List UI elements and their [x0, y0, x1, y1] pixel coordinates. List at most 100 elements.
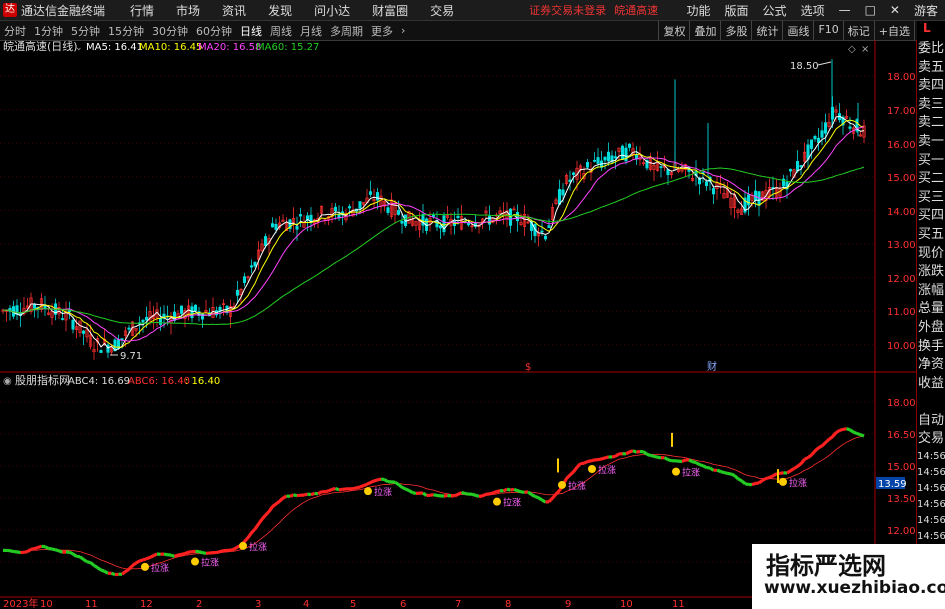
- guest-button[interactable]: 游客: [914, 2, 938, 19]
- menu-caifuquan[interactable]: 财富圈: [372, 2, 408, 19]
- btn-duogu[interactable]: 多股: [720, 21, 751, 40]
- trend-segment: [68, 550, 74, 556]
- side-item[interactable]: 收益: [917, 375, 945, 394]
- trend-segment: [142, 557, 148, 562]
- menu-jiaoyi[interactable]: 交易: [430, 2, 454, 19]
- trend-segment: [82, 558, 88, 564]
- dividend-marker[interactable]: $: [525, 362, 531, 373]
- side-item[interactable]: 卖五: [917, 59, 945, 78]
- period-fenshi[interactable]: 分时: [0, 23, 30, 39]
- trend-segment: [628, 449, 634, 454]
- side-item[interactable]: 总量: [917, 300, 945, 319]
- btn-huaxian[interactable]: 画线: [782, 21, 813, 40]
- side-item[interactable]: [917, 393, 945, 412]
- menu-wenxiaoda[interactable]: 问小达: [314, 2, 350, 19]
- side-item[interactable]: 14:56: [917, 497, 945, 513]
- side-item[interactable]: 卖二: [917, 114, 945, 133]
- side-item[interactable]: 14:56: [917, 513, 945, 529]
- trend-segment: [16, 550, 21, 555]
- period-30min[interactable]: 30分钟: [148, 23, 192, 39]
- finance-marker[interactable]: 财: [707, 360, 717, 373]
- menu-banmian[interactable]: 版面: [725, 2, 749, 19]
- btn-f10[interactable]: F10: [813, 21, 842, 40]
- btn-diejia[interactable]: 叠加: [689, 21, 720, 40]
- trend-segment: [246, 531, 253, 539]
- trend-segment: [799, 458, 806, 465]
- trend-segment: [727, 471, 732, 476]
- side-item[interactable]: 买四: [917, 207, 945, 226]
- period-5min[interactable]: 5分钟: [67, 23, 104, 39]
- side-item[interactable]: 卖一: [917, 133, 945, 152]
- x-tick: 10: [40, 599, 53, 609]
- trend-segment: [86, 560, 91, 565]
- side-item[interactable]: 买五: [917, 226, 945, 245]
- btn-zixuan[interactable]: +自选: [873, 21, 914, 40]
- side-item[interactable]: 买三: [917, 189, 945, 208]
- period-60min[interactable]: 60分钟: [192, 23, 236, 39]
- x-tick: 11: [672, 599, 685, 609]
- candle-body: [396, 210, 401, 215]
- period-15min[interactable]: 15分钟: [104, 23, 148, 39]
- close-icon[interactable]: ×: [861, 44, 869, 55]
- trend-segment: [100, 568, 106, 573]
- trend-segment: [202, 551, 207, 555]
- menu-zixun[interactable]: 资讯: [222, 2, 246, 19]
- menu-hangqing[interactable]: 行情: [130, 2, 154, 19]
- y-tick: 14.00: [887, 207, 916, 218]
- side-item[interactable]: 买一: [917, 152, 945, 171]
- maximize-button[interactable]: □: [865, 3, 876, 17]
- menu-xuanxiang[interactable]: 选项: [801, 2, 825, 19]
- candle-body: [127, 327, 131, 330]
- menu-faxian[interactable]: 发现: [268, 2, 292, 19]
- period-daily[interactable]: 日线: [236, 23, 266, 39]
- close-button[interactable]: ✕: [890, 3, 900, 17]
- trend-segment: [289, 493, 295, 498]
- diamond-icon[interactable]: ◇: [848, 44, 856, 55]
- period-more[interactable]: 更多: [367, 23, 397, 39]
- period-multi[interactable]: 多周期: [326, 23, 367, 39]
- side-item[interactable]: 交易: [917, 430, 945, 449]
- side-item[interactable]: 换手: [917, 338, 945, 357]
- abc6-label: ABC6: 16.40: [128, 376, 190, 387]
- side-item[interactable]: 净资: [917, 356, 945, 375]
- side-item[interactable]: 现价: [917, 245, 945, 264]
- kline-chart-area[interactable]: 拉涨拉涨拉涨拉涨拉涨拉涨拉涨 拉涨拉涨 皖通高速(日线) ⌄ MA5: 16.41…: [0, 40, 917, 609]
- chevron-right-icon[interactable]: ›: [397, 24, 409, 37]
- side-item[interactable]: 外盘: [917, 319, 945, 338]
- side-item[interactable]: 14:56: [917, 481, 945, 497]
- side-item[interactable]: 卖三: [917, 96, 945, 115]
- candle-body: [848, 126, 852, 129]
- x-tick: 8: [505, 599, 511, 609]
- period-weekly[interactable]: 周线: [266, 23, 296, 39]
- gear-icon[interactable]: ◉: [3, 376, 12, 387]
- menu-gongshi[interactable]: 公式: [763, 2, 787, 19]
- side-item[interactable]: 买二: [917, 170, 945, 189]
- trend-segment: [663, 456, 669, 462]
- signal-label: 拉涨: [151, 562, 169, 574]
- period-monthly[interactable]: 月线: [296, 23, 326, 39]
- trend-segment: [737, 477, 743, 483]
- candle-body: [141, 319, 145, 323]
- btn-fuquan[interactable]: 复权: [658, 21, 689, 40]
- high-price-label: 18.50: [790, 61, 819, 72]
- menu-gongneng[interactable]: 功能: [687, 2, 711, 19]
- side-item[interactable]: 涨跌: [917, 263, 945, 282]
- side-item[interactable]: 自动: [917, 412, 945, 431]
- side-item[interactable]: 涨幅: [917, 282, 945, 301]
- login-notice[interactable]: 证券交易未登录: [529, 2, 606, 18]
- side-item[interactable]: 委比: [917, 40, 945, 59]
- trend-segment: [278, 496, 285, 503]
- side-item[interactable]: 卖四: [917, 77, 945, 96]
- trend-segment: [653, 454, 658, 459]
- side-item[interactable]: 14:56: [917, 449, 945, 465]
- chevron-down-icon[interactable]: ⌄: [75, 43, 83, 53]
- btn-biaoji[interactable]: 标记: [842, 21, 874, 40]
- menu-shichang[interactable]: 市场: [176, 2, 200, 19]
- watermark-title: 指标严选网: [766, 552, 886, 580]
- side-item[interactable]: 14:56: [917, 465, 945, 481]
- trend-segment: [397, 483, 404, 489]
- btn-tongji[interactable]: 统计: [751, 21, 782, 40]
- period-1min[interactable]: 1分钟: [30, 23, 67, 39]
- side-item[interactable]: 14:56: [917, 529, 945, 545]
- minimize-button[interactable]: —: [839, 3, 851, 17]
